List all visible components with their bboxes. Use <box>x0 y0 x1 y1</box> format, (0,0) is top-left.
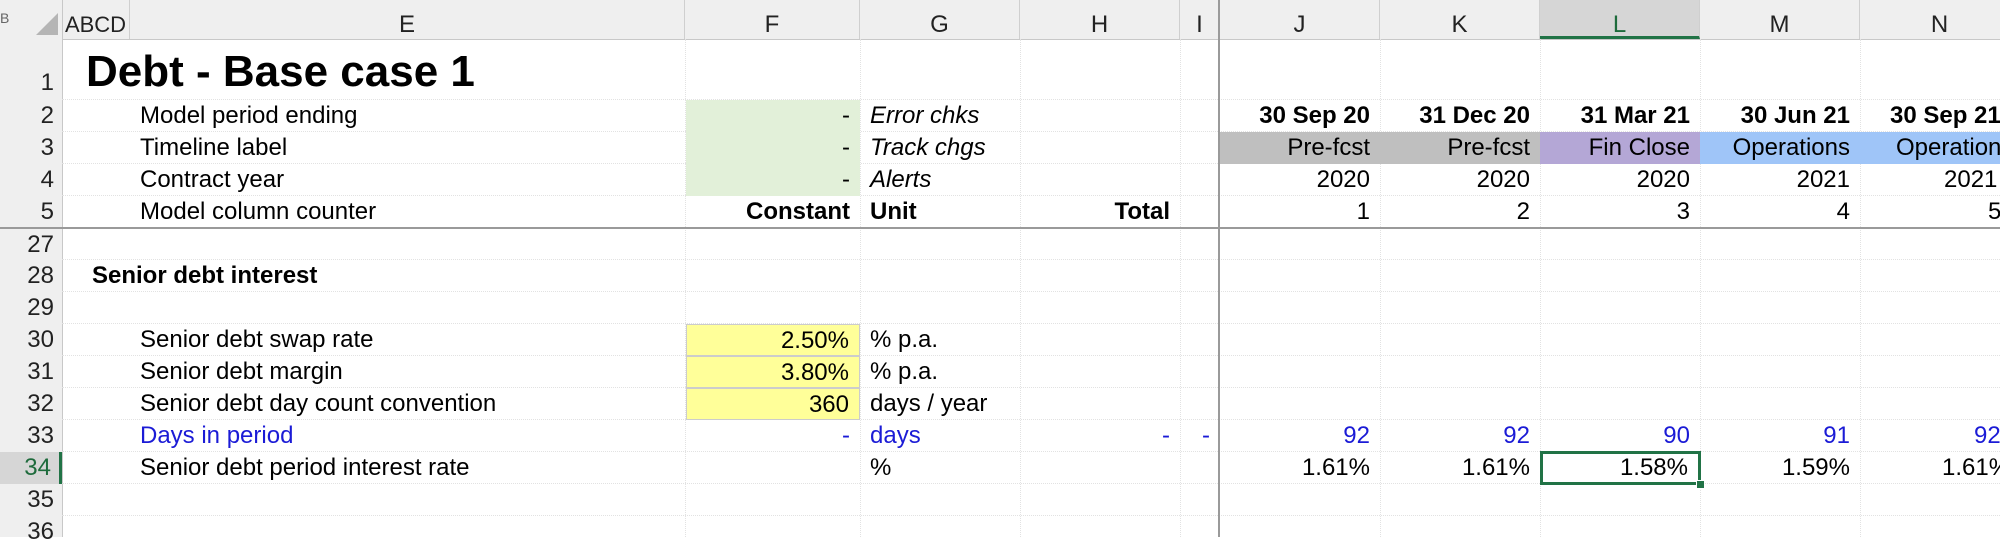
swap-rate-label[interactable]: Senior debt swap rate <box>130 324 685 356</box>
year-K[interactable]: 2020 <box>1380 164 1540 196</box>
freeze-pane-horizontal <box>0 227 2000 229</box>
row-header[interactable]: 30 <box>0 324 62 356</box>
days-M[interactable]: 91 <box>1700 420 1860 452</box>
spreadsheet: B ABCD E F G H I J K L M N 1 2 3 4 5 27 … <box>0 0 2000 545</box>
row-header[interactable]: 27 <box>0 229 62 261</box>
period-date-J[interactable]: 30 Sep 20 <box>1220 100 1380 132</box>
phase-J[interactable]: Pre-fcst <box>1220 132 1380 164</box>
period-date-M[interactable]: 30 Jun 21 <box>1700 100 1860 132</box>
year-N[interactable]: 2021 <box>1860 164 2000 196</box>
margin-label[interactable]: Senior debt margin <box>130 356 685 388</box>
counter-M[interactable]: 4 <box>1700 196 1860 228</box>
active-cell-L34[interactable]: 1.58% <box>1540 451 1701 485</box>
row-header[interactable]: 28 <box>0 260 62 292</box>
select-all-icon <box>36 13 58 35</box>
page-title[interactable]: Debt - Base case 1 <box>86 44 475 100</box>
row-header[interactable]: 5 <box>0 196 62 228</box>
row-header[interactable]: 35 <box>0 484 62 516</box>
days-K[interactable]: 92 <box>1380 420 1540 452</box>
track-changes-label[interactable]: Track chgs <box>860 132 1020 164</box>
days-N[interactable]: 92 <box>1860 420 2000 452</box>
days-in-period-unit[interactable]: days <box>860 420 1020 452</box>
label-contract-year[interactable]: Contract year <box>130 164 685 196</box>
phase-K[interactable]: Pre-fcst <box>1380 132 1540 164</box>
label-model-period-ending[interactable]: Model period ending <box>130 100 685 132</box>
col-header-G[interactable]: G <box>860 0 1020 39</box>
days-in-period-constant[interactable]: - <box>686 420 860 452</box>
col-header-M[interactable]: M <box>1700 0 1860 39</box>
timeline-label-constant[interactable]: - <box>686 132 860 164</box>
phase-N[interactable]: Operations <box>1860 132 2000 164</box>
gridline <box>1180 39 1181 537</box>
gridline <box>62 515 2000 516</box>
label-timeline-label[interactable]: Timeline label <box>130 132 685 164</box>
year-M[interactable]: 2021 <box>1700 164 1860 196</box>
phase-M[interactable]: Operations <box>1700 132 1860 164</box>
rate-J[interactable]: 1.61% <box>1220 452 1380 484</box>
row-header[interactable]: 33 <box>0 420 62 452</box>
select-all-corner[interactable]: B <box>0 0 63 39</box>
col-header-K[interactable]: K <box>1380 0 1540 39</box>
column-header-bar: B ABCD E F G H I J K L M N <box>0 0 2000 40</box>
days-L[interactable]: 90 <box>1540 420 1700 452</box>
col-header-H[interactable]: H <box>1020 0 1180 39</box>
model-period-ending-constant[interactable]: - <box>686 100 860 132</box>
year-L[interactable]: 2020 <box>1540 164 1700 196</box>
margin-input[interactable]: 3.80% <box>686 356 860 388</box>
col-header-J[interactable]: J <box>1220 0 1380 39</box>
row-header[interactable]: 3 <box>0 132 62 164</box>
error-checks-label[interactable]: Error chks <box>860 100 1020 132</box>
day-count-label[interactable]: Senior debt day count convention <box>130 388 685 420</box>
label-model-column-counter[interactable]: Model column counter <box>130 196 685 228</box>
swap-rate-input[interactable]: 2.50% <box>686 324 860 356</box>
col-header-N[interactable]: N <box>1860 0 2000 39</box>
row-header[interactable]: 36 <box>0 516 62 548</box>
corner-mark: B <box>0 10 10 26</box>
period-date-N[interactable]: 30 Sep 21 <box>1860 100 2000 132</box>
days-in-period-label[interactable]: Days in period <box>130 420 685 452</box>
section-heading[interactable]: Senior debt interest <box>82 260 682 292</box>
alerts-label[interactable]: Alerts <box>860 164 1020 196</box>
days-in-period-col-I[interactable]: - <box>1180 420 1220 452</box>
day-count-input[interactable]: 360 <box>686 388 860 420</box>
col-header-I[interactable]: I <box>1180 0 1220 39</box>
col-header-F[interactable]: F <box>685 0 860 39</box>
counter-J[interactable]: 1 <box>1220 196 1380 228</box>
row-header-selected[interactable]: 34 <box>0 452 62 484</box>
day-count-unit[interactable]: days / year <box>860 388 1060 420</box>
period-rate-label[interactable]: Senior debt period interest rate <box>130 452 685 484</box>
counter-K[interactable]: 2 <box>1380 196 1540 228</box>
counter-N[interactable]: 5 <box>1860 196 2000 228</box>
col-header-L[interactable]: L <box>1540 0 1700 39</box>
row-header[interactable]: 1 <box>0 67 62 99</box>
rate-K[interactable]: 1.61% <box>1380 452 1540 484</box>
period-rate-unit[interactable]: % <box>860 452 1020 484</box>
constant-column-heading[interactable]: Constant <box>686 196 860 228</box>
contract-year-constant[interactable]: - <box>686 164 860 196</box>
days-in-period-total[interactable]: - <box>1020 420 1180 452</box>
gridline <box>1020 39 1021 537</box>
total-column-heading[interactable]: Total <box>1020 196 1180 228</box>
row-header[interactable]: 4 <box>0 164 62 196</box>
days-J[interactable]: 92 <box>1220 420 1380 452</box>
rate-N[interactable]: 1.61% <box>1860 452 2000 484</box>
col-header-abcd[interactable]: ABCD <box>62 0 130 39</box>
row-header[interactable]: 2 <box>0 100 62 132</box>
row-header[interactable]: 31 <box>0 356 62 388</box>
counter-L[interactable]: 3 <box>1540 196 1700 228</box>
rate-M[interactable]: 1.59% <box>1700 452 1860 484</box>
row-header[interactable]: 32 <box>0 388 62 420</box>
year-J[interactable]: 2020 <box>1220 164 1380 196</box>
phase-L[interactable]: Fin Close <box>1540 132 1700 164</box>
col-header-E[interactable]: E <box>130 0 685 39</box>
margin-unit[interactable]: % p.a. <box>860 356 1020 388</box>
period-date-L[interactable]: 31 Mar 21 <box>1540 100 1700 132</box>
swap-rate-unit[interactable]: % p.a. <box>860 324 1020 356</box>
unit-column-heading[interactable]: Unit <box>860 196 1020 228</box>
row-header[interactable]: 29 <box>0 292 62 324</box>
period-date-K[interactable]: 31 Dec 20 <box>1380 100 1540 132</box>
